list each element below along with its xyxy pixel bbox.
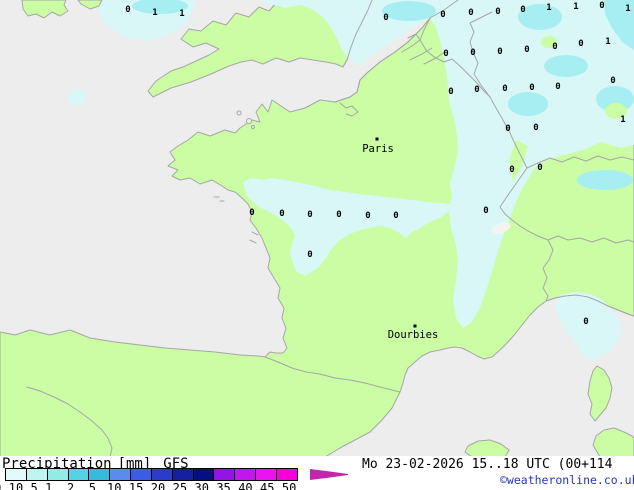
precip-value: 0 [578,39,583,49]
scale-segment-0.5 [25,468,48,481]
scale-label-25: 25 [172,481,188,490]
precip-value: 0 [393,211,398,221]
precip-value: 0 [440,10,445,20]
precip-heavy-dutch-coast [382,1,436,21]
precip-heavy-north-3 [508,92,548,116]
precip-value: 0 [468,8,473,18]
datetime-text: Mo 23-02-2026 15..18 UTC (00+114 [362,457,613,472]
precip-value: 0 [555,82,560,92]
precip-heavy-north-2 [544,55,588,77]
scale-label-1: 1 [45,481,53,490]
scale-label-35: 35 [216,481,231,490]
precip-value: 0 [495,7,500,17]
precip-value: 1 [625,4,630,14]
scale-segment-2 [67,468,90,481]
precip-value: 0 [448,87,453,97]
city-dot-paris [375,137,379,141]
map-svg: 0 1 1 0 0 0 0 0 1 1 0 10 0 0 0 0 0 10 0 0 0 000 010 00 0 0 0 0 0 000 … [0,0,634,456]
copyright-link[interactable]: ©weatheronline.co.uk [500,473,634,487]
scale-segment-5 [88,468,111,481]
scale-segment-1 [46,468,69,481]
landmass-ireland [21,0,69,19]
scale-label-0.5: 0.5 [16,481,38,490]
scale-segment-10 [109,468,132,481]
precip-value: 1 [179,9,184,19]
scale-segment-15 [130,468,152,481]
scale-segment-40 [234,468,257,481]
precip-value: 0 [470,48,475,58]
city-label-paris: Paris [362,143,394,155]
precip-value: 0 [307,250,312,260]
color-scale [5,468,298,481]
precip-value: 0 [610,76,615,86]
city-dot-dourbies [413,324,417,328]
precip-value: 0 [483,206,488,216]
precip-value: 1 [620,115,625,125]
precip-value: 0 [583,317,588,327]
weather-map-screenshot: 011000001101000000100000000100000000000 … [0,0,634,490]
city-label-dourbies: Dourbies [388,329,439,341]
legend-bar: Precipitation[mm]GFS 0.10.51251015202530… [0,456,634,490]
scale-segment-45 [255,468,277,481]
precip-value: 1 [573,2,578,12]
scale-label-45: 45 [260,481,275,490]
precip-value: 0 [520,5,525,15]
precip-value: 0 [307,210,312,220]
precip-value: 1 [152,8,157,18]
precip-value: 0 [279,209,284,219]
precip-value: 0 [249,208,254,218]
scale-arrow [310,469,348,480]
precip-value: 0 [505,124,510,134]
precip-heavy-constance [577,170,633,190]
precip-value: 1 [546,3,551,13]
precip-value: 0 [502,84,507,94]
scale-label-30: 30 [194,481,209,490]
scale-segment-25 [171,468,194,481]
scale-label-15: 15 [128,481,144,490]
scale-segment-20 [150,468,173,481]
scale-label-10: 10 [107,481,122,490]
precip-value: 0 [474,85,479,95]
precip-value: 0 [336,210,341,220]
precip-value: 0 [365,211,370,221]
scale-segment-0.1 [5,468,27,481]
precip-value: 0 [537,163,542,173]
scale-label-5: 5 [88,481,97,490]
precip-value: 0 [383,13,388,23]
scale-segment-35 [213,468,236,481]
precip-value: 0 [443,49,448,59]
precip-value: 0 [533,123,538,133]
precip-value: 0 [552,42,557,52]
channel-island-2 [246,118,252,124]
precip-value: 0 [529,83,534,93]
scale-label-20: 20 [150,481,166,490]
scale-label-40: 40 [238,481,253,490]
channel-island-3 [251,125,255,129]
precip-value: 0 [125,5,130,15]
precip-value: 0 [524,45,529,55]
scale-label-2: 2 [66,481,75,490]
scale-segment-30 [192,468,215,481]
precip-value: 1 [605,37,610,47]
precip-value: 0 [599,1,604,11]
scale-label-0.1: 0.1 [0,481,16,490]
precip-value: 0 [497,47,502,57]
precip-area-cornwall-sea [68,89,86,105]
channel-island-1 [236,110,242,116]
scale-label-50: 50 [281,481,297,490]
scale-segment-50 [275,468,298,481]
precip-value: 0 [509,165,514,175]
